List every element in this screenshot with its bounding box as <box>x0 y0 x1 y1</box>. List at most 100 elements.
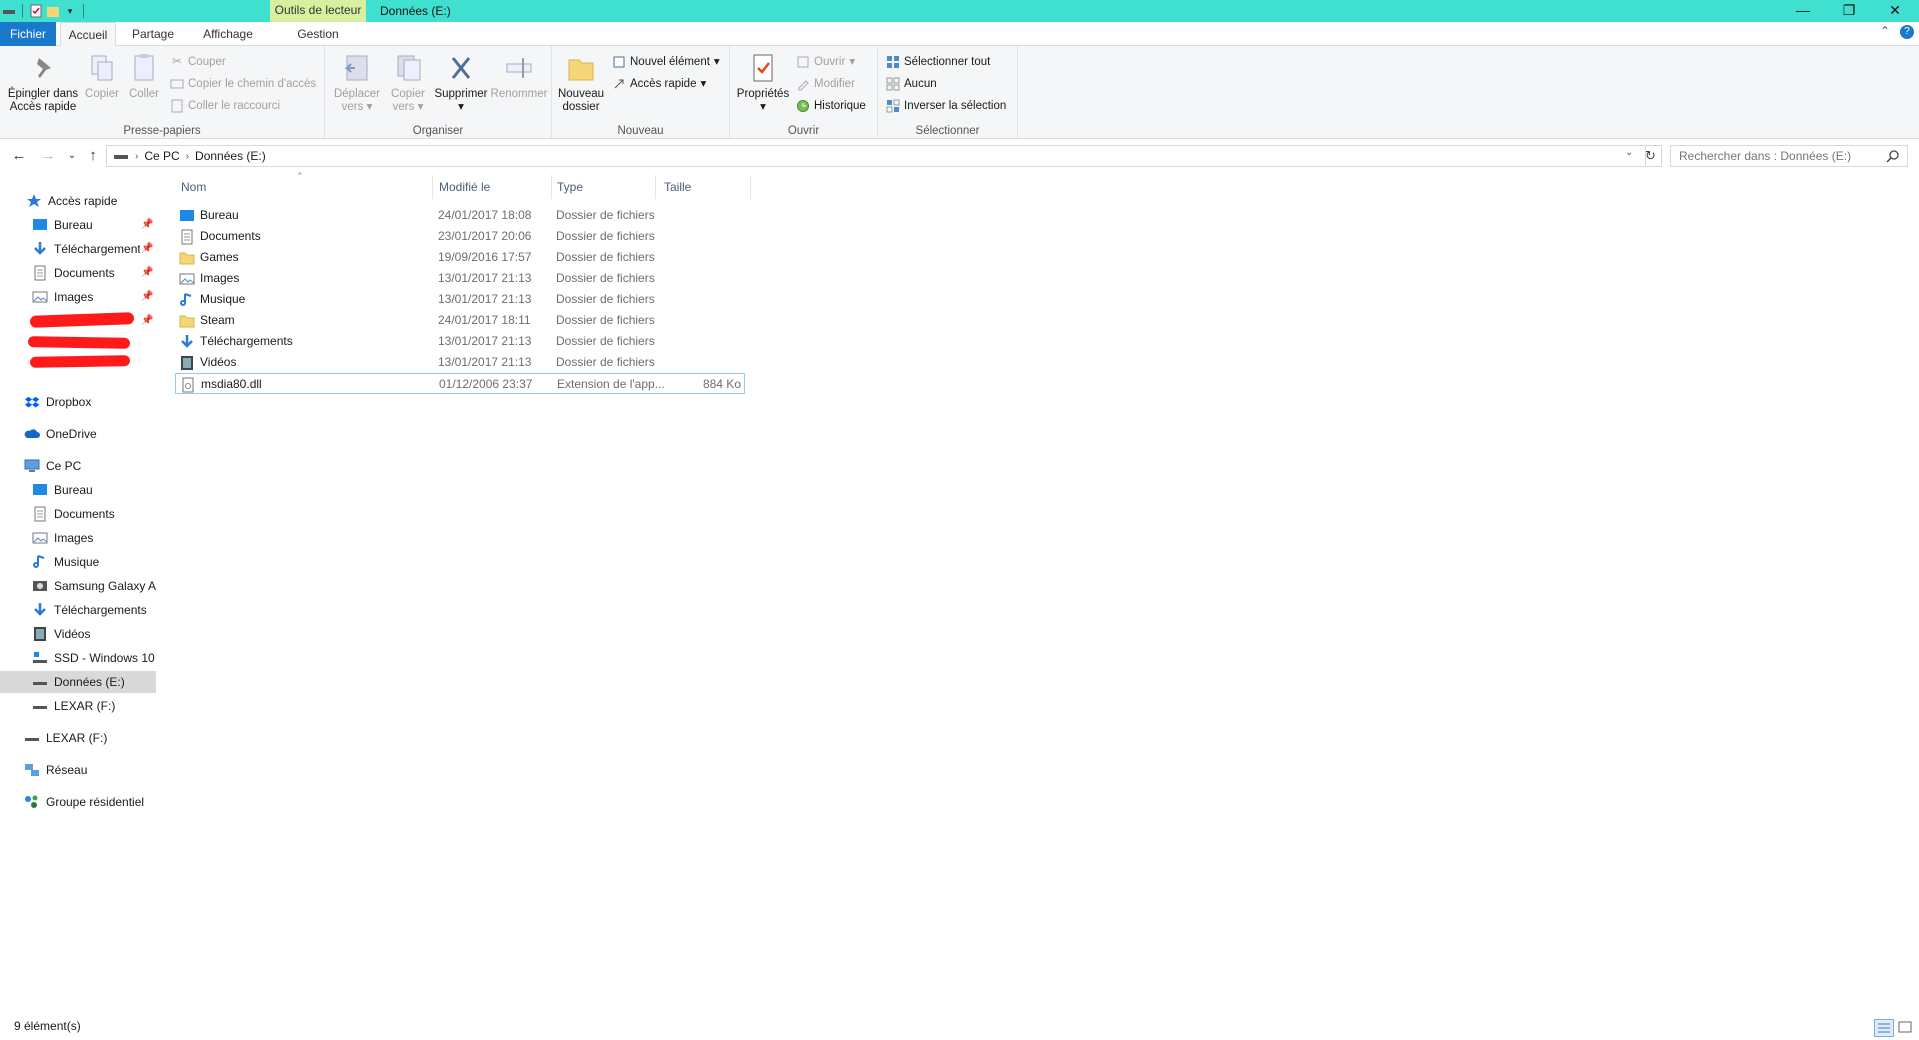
restore-button[interactable]: ❐ <box>1826 0 1872 22</box>
table-row[interactable]: msdia80.dll 01/12/2006 23:37 Extension d… <box>175 373 745 394</box>
properties-icon[interactable] <box>29 4 43 18</box>
file-type: Dossier de fichiers <box>556 313 655 327</box>
paste-button[interactable]: Coller <box>124 52 164 101</box>
details-view-icon[interactable] <box>1874 1019 1894 1037</box>
new-folder-icon[interactable] <box>46 4 60 18</box>
breadcrumb-chevron-icon[interactable]: › <box>135 151 138 162</box>
column-divider[interactable] <box>655 175 656 199</box>
table-row[interactable]: Steam 24/01/2017 18:11 Dossier de fichie… <box>175 310 745 331</box>
nav-onedrive[interactable]: OneDrive <box>24 423 154 445</box>
nav-pc-donnees[interactable]: Données (E:) <box>0 671 156 693</box>
tab-affichage[interactable]: Affichage <box>192 22 264 46</box>
edit-button[interactable]: Modifier <box>796 74 855 94</box>
refresh-icon[interactable]: ↻ <box>1640 145 1662 167</box>
select-none-label: Aucun <box>904 78 937 90</box>
nav-quick-telechargements[interactable]: Téléchargements <box>32 238 140 260</box>
drive-icon[interactable] <box>2 4 16 18</box>
table-row[interactable]: Vidéos 13/01/2017 21:13 Dossier de fichi… <box>175 352 745 373</box>
column-header-type[interactable]: Type <box>551 173 655 201</box>
nav-pc-videos[interactable]: Vidéos <box>32 623 156 645</box>
paste-shortcut-icon <box>170 99 184 113</box>
up-arrow-icon[interactable]: ↑ <box>83 146 103 166</box>
tab-accueil[interactable]: Accueil <box>60 22 116 46</box>
cut-button[interactable]: ✂ Couper <box>170 52 226 72</box>
search-icon[interactable] <box>1886 149 1900 163</box>
forward-arrow-icon[interactable]: → <box>38 146 58 166</box>
table-row[interactable]: Téléchargements 13/01/2017 21:13 Dossier… <box>175 331 745 352</box>
new-item-button[interactable]: Nouvel élément ▾ <box>612 52 720 72</box>
nav-groupe-residentiel[interactable]: Groupe résidentiel <box>24 791 158 813</box>
new-folder-button[interactable]: Nouveau dossier <box>556 52 606 114</box>
nav-quick-documents[interactable]: Documents <box>32 262 140 284</box>
nav-pc-lexar-label: LEXAR (F:) <box>54 699 116 713</box>
select-none-button[interactable]: Aucun <box>886 74 937 94</box>
breadcrumb-donnees[interactable]: Données (E:) <box>195 149 266 163</box>
nav-pc-telechargements[interactable]: Téléchargements <box>32 599 156 621</box>
invert-selection-button[interactable]: Inverser la sélection <box>886 96 1006 116</box>
table-row[interactable]: Documents 23/01/2017 20:06 Dossier de fi… <box>175 226 745 247</box>
nav-pc-documents[interactable]: Documents <box>32 503 156 525</box>
copy-path-button[interactable]: Copier le chemin d'accès <box>170 74 316 94</box>
breadcrumb-ce-pc[interactable]: Ce PC <box>144 149 179 163</box>
paste-shortcut-button[interactable]: Coller le raccourci <box>170 96 280 116</box>
pin-icon[interactable]: 📌 <box>141 219 153 230</box>
close-button[interactable]: ✕ <box>1872 0 1918 22</box>
column-divider[interactable] <box>750 175 751 199</box>
column-header-modifie[interactable]: Modifié le <box>433 173 551 201</box>
table-row[interactable]: Images 13/01/2017 21:13 Dossier de fichi… <box>175 268 745 289</box>
rename-button[interactable]: Renommer <box>489 52 549 101</box>
file-name-cell: Games <box>179 247 379 268</box>
tab-gestion[interactable]: Gestion <box>290 22 346 46</box>
nav-pc-musique[interactable]: Musique <box>32 551 156 573</box>
downloads-folder-icon <box>179 334 195 350</box>
properties-button[interactable]: Propriétés ▾ <box>732 52 794 114</box>
pictures-folder-icon <box>179 271 195 287</box>
open-button[interactable]: Ouvrir ▾ <box>796 52 855 72</box>
recent-locations-chevron-icon[interactable]: ⌄ <box>62 146 82 166</box>
nav-reseau[interactable]: Réseau <box>24 759 154 781</box>
delete-button[interactable]: Supprimer ▾ <box>431 52 491 114</box>
help-icon[interactable]: ? <box>1900 25 1914 39</box>
address-bar[interactable]: › Ce PC › Données (E:) ⌄ <box>106 145 1646 167</box>
pin-icon[interactable]: 📌 <box>141 243 153 254</box>
move-to-button[interactable]: Déplacer vers ▾ <box>329 52 385 114</box>
pin-icon[interactable]: 📌 <box>141 291 153 302</box>
large-icons-view-icon[interactable] <box>1896 1019 1916 1037</box>
nav-pc-samsung[interactable]: Samsung Galaxy Alpha <box>32 575 156 597</box>
nav-pc-bureau[interactable]: Bureau <box>32 479 156 501</box>
drive-icon <box>113 148 129 164</box>
nav-pc-ssd[interactable]: SSD - Windows 10 Pro <box>32 647 156 669</box>
file-date: 01/12/2006 23:37 <box>439 377 533 391</box>
copy-to-button[interactable]: Copier vers ▾ <box>383 52 433 114</box>
tab-fichier[interactable]: Fichier <box>0 22 56 46</box>
column-header-taille[interactable]: Taille <box>658 173 748 201</box>
nav-quick-bureau[interactable]: Bureau <box>32 214 140 236</box>
nav-pc-lexar[interactable]: LEXAR (F:) <box>32 695 156 717</box>
nav-lexar[interactable]: LEXAR (F:) <box>24 727 154 749</box>
nav-pc-images[interactable]: Images <box>32 527 156 549</box>
group-nouveau: Nouveau dossier Nouvel élément ▾ Accès r… <box>552 46 730 139</box>
nav-quick-images[interactable]: Images <box>32 286 140 308</box>
address-dropdown-chevron-icon[interactable]: ⌄ <box>1625 147 1633 158</box>
breadcrumb-chevron-icon[interactable]: › <box>186 151 189 162</box>
qat-dropdown-icon[interactable]: ▾ <box>63 4 77 18</box>
table-row[interactable]: Bureau 24/01/2017 18:08 Dossier de fichi… <box>175 205 745 226</box>
easy-access-button[interactable]: Accès rapide ▾ <box>612 74 706 94</box>
pin-icon[interactable]: 📌 <box>141 315 153 326</box>
collapse-ribbon-icon[interactable]: ⌃ <box>1880 24 1890 46</box>
minimize-button[interactable]: — <box>1780 0 1826 22</box>
history-button[interactable]: Historique <box>796 96 866 116</box>
search-input[interactable] <box>1670 145 1908 167</box>
table-row[interactable]: Musique 13/01/2017 21:13 Dossier de fich… <box>175 289 745 310</box>
copy-button[interactable]: Copier <box>82 52 122 101</box>
nav-dropbox[interactable]: Dropbox <box>24 391 154 413</box>
select-all-button[interactable]: Sélectionner tout <box>886 52 990 72</box>
pin-icon[interactable]: 📌 <box>141 267 153 278</box>
pin-quick-access-button[interactable]: Épingler dans Accès rapide <box>4 52 82 114</box>
tab-partage[interactable]: Partage <box>122 22 184 46</box>
nav-quick-access[interactable]: Accès rapide <box>26 190 156 212</box>
table-row[interactable]: Games 19/09/2016 17:57 Dossier de fichie… <box>175 247 745 268</box>
back-arrow-icon[interactable]: ← <box>9 146 29 166</box>
nav-ce-pc[interactable]: Ce PC <box>24 455 154 477</box>
column-header-nom[interactable]: Nom <box>175 173 425 201</box>
